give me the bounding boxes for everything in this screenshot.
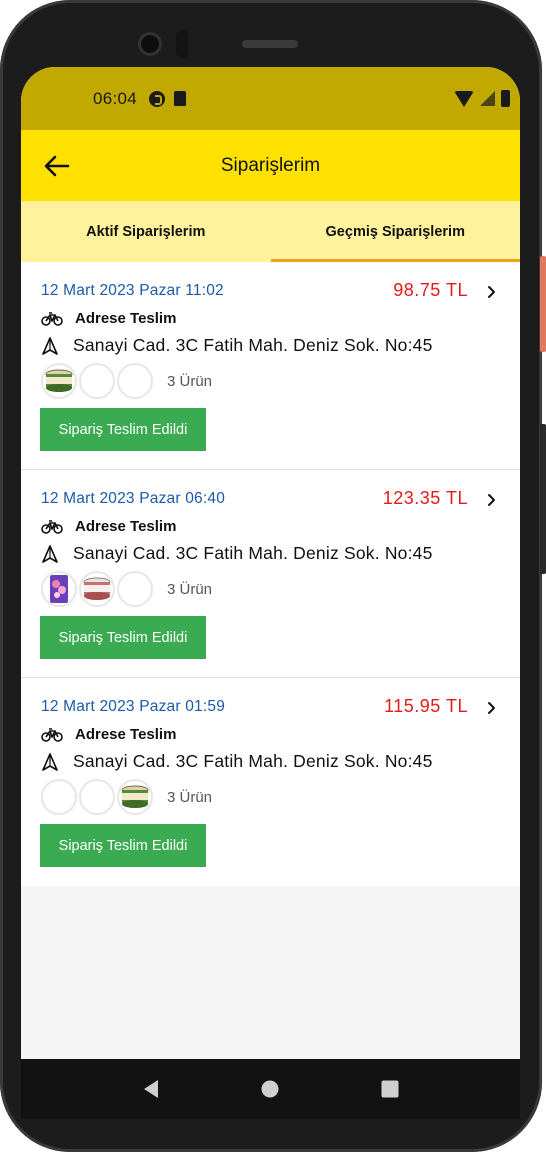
order-date: 12 Mart 2023 Pazar 11:02 bbox=[41, 282, 224, 299]
status-bar: 06:04 bbox=[21, 67, 520, 130]
chevron-right-icon[interactable] bbox=[482, 282, 502, 302]
address-row: Sanayi Cad. 3C Fatih Mah. Deniz Sok. No:… bbox=[41, 751, 433, 772]
arrow-left-icon bbox=[44, 155, 70, 176]
status-right-icons bbox=[454, 90, 510, 107]
signal-icon bbox=[480, 91, 495, 106]
delivery-row: Adrese Teslim bbox=[41, 518, 176, 535]
navigation-arrow-icon bbox=[42, 336, 58, 355]
product-count: 3 Ürün bbox=[167, 580, 213, 598]
order-card[interactable]: 12 Mart 2023 Pazar 11:02 98.75 TL Adrese… bbox=[21, 262, 520, 470]
battery-icon bbox=[501, 90, 510, 107]
product-thumbnail bbox=[117, 363, 153, 399]
order-date: 12 Mart 2023 Pazar 06:40 bbox=[41, 490, 226, 507]
product-thumbnail bbox=[41, 363, 77, 399]
delivery-address: Sanayi Cad. 3C Fatih Mah. Deniz Sok. No:… bbox=[73, 543, 433, 563]
address-row: Sanayi Cad. 3C Fatih Mah. Deniz Sok. No:… bbox=[41, 335, 433, 356]
delivery-address: Sanayi Cad. 3C Fatih Mah. Deniz Sok. No:… bbox=[73, 751, 433, 771]
product-thumbnail bbox=[117, 571, 153, 607]
order-price: 123.35 TL bbox=[382, 488, 468, 508]
product-thumbnail bbox=[41, 779, 77, 815]
delivery-type: Adrese Teslim bbox=[75, 518, 177, 535]
product-count: 3 Ürün bbox=[167, 788, 213, 806]
bicycle-icon bbox=[41, 519, 63, 534]
product-count: 3 Ürün bbox=[167, 372, 213, 390]
tab-active-orders[interactable]: Aktif Siparişlerim bbox=[21, 201, 271, 262]
delivery-address: Sanayi Cad. 3C Fatih Mah. Deniz Sok. No:… bbox=[73, 335, 433, 355]
product-thumbnails: 3 Ürün bbox=[41, 363, 212, 399]
recents-square-icon[interactable] bbox=[378, 1077, 402, 1101]
pocket-casts-icon bbox=[149, 90, 166, 107]
order-tabs: Aktif Siparişlerim Geçmiş Siparişlerim bbox=[21, 201, 520, 262]
order-list: 12 Mart 2023 Pazar 11:02 98.75 TL Adrese… bbox=[21, 262, 520, 886]
product-thumbnails: 3 Ürün bbox=[41, 779, 212, 815]
page-title: Siparişlerim bbox=[220, 154, 321, 176]
product-thumbnail bbox=[79, 571, 115, 607]
bicycle-icon bbox=[41, 311, 63, 326]
product-thumbnail bbox=[117, 779, 153, 815]
order-card[interactable]: 12 Mart 2023 Pazar 01:59 115.95 TL Adres… bbox=[21, 678, 520, 886]
order-price: 98.75 TL bbox=[393, 280, 468, 300]
system-nav-bar bbox=[21, 1059, 520, 1119]
order-status-badge: Sipariş Teslim Edildi bbox=[40, 408, 206, 451]
front-camera bbox=[138, 32, 162, 56]
navigation-arrow-icon bbox=[42, 752, 58, 771]
order-status-badge: Sipariş Teslim Edildi bbox=[40, 824, 206, 867]
product-thumbnails: 3 Ürün bbox=[41, 571, 212, 607]
order-status-badge: Sipariş Teslim Edildi bbox=[40, 616, 206, 659]
bicycle-icon bbox=[41, 727, 63, 742]
home-circle-icon[interactable] bbox=[258, 1077, 282, 1101]
status-time: 06:04 bbox=[93, 88, 138, 108]
chevron-right-icon[interactable] bbox=[482, 490, 502, 510]
order-date: 12 Mart 2023 Pazar 01:59 bbox=[41, 698, 226, 715]
order-price: 115.95 TL bbox=[384, 696, 468, 716]
tab-past-orders[interactable]: Geçmiş Siparişlerim bbox=[270, 201, 521, 262]
order-card[interactable]: 12 Mart 2023 Pazar 06:40 123.35 TL Adres… bbox=[21, 470, 520, 678]
back-button[interactable] bbox=[21, 130, 93, 201]
earpiece-speaker bbox=[242, 40, 298, 48]
back-triangle-icon[interactable] bbox=[139, 1077, 163, 1101]
product-thumbnail bbox=[79, 779, 115, 815]
volume-button bbox=[540, 424, 546, 574]
product-thumbnail bbox=[79, 363, 115, 399]
product-thumbnail bbox=[41, 571, 77, 607]
proximity-sensor bbox=[176, 30, 188, 58]
delivery-row: Adrese Teslim bbox=[41, 310, 176, 327]
delivery-row: Adrese Teslim bbox=[41, 726, 176, 743]
wifi-icon bbox=[454, 90, 474, 107]
navigation-arrow-icon bbox=[42, 544, 58, 563]
power-button bbox=[540, 256, 546, 352]
sd-card-icon bbox=[174, 91, 187, 106]
delivery-type: Adrese Teslim bbox=[75, 310, 177, 327]
address-row: Sanayi Cad. 3C Fatih Mah. Deniz Sok. No:… bbox=[41, 543, 433, 564]
delivery-type: Adrese Teslim bbox=[75, 726, 177, 743]
app-bar: Siparişlerim bbox=[21, 130, 520, 201]
chevron-right-icon[interactable] bbox=[482, 698, 502, 718]
app-screen: 06:04 Siparişlerim Aktif Siparişlerim Ge… bbox=[21, 67, 520, 1119]
